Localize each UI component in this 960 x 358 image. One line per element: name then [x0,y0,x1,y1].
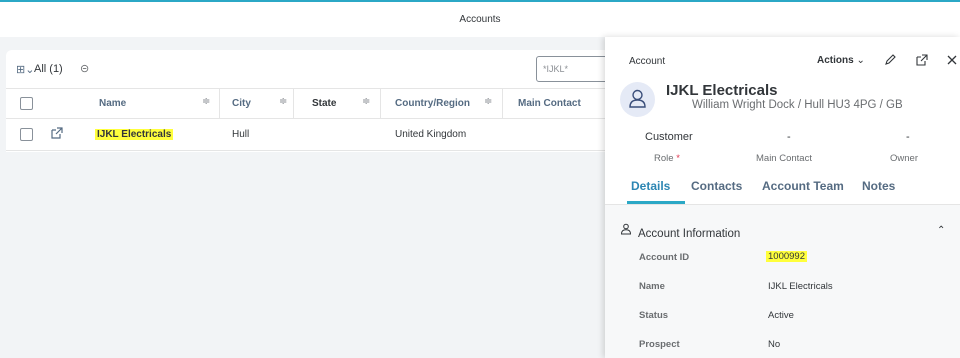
account-title: IJKL Electricals [666,82,778,99]
role-label-text: Role [654,153,674,164]
tab-notes[interactable]: Notes [862,179,895,193]
account-side-panel: Account Actions ⌄ IJKL Electricals Willi… [605,37,960,358]
role-label: Role * [654,153,680,164]
edit-icon[interactable] [883,53,897,67]
table-row[interactable]: IJKL Electricals Hull United Kingdom [6,119,626,151]
field-value-name: IJKL Electricals [768,281,833,292]
column-divider [502,89,503,118]
field-value-prospect: No [768,339,781,350]
panel-body: Account Information ⌃ Account ID 1000992… [605,205,960,358]
open-in-new-icon[interactable] [50,126,64,140]
shell-header: Accounts [0,2,960,37]
sort-icon[interactable]: ≑ [279,96,287,107]
column-divider [380,89,381,118]
column-header-city[interactable]: City [232,98,251,109]
column-divider [219,89,220,118]
open-external-icon[interactable] [915,53,929,67]
active-tab-indicator [627,201,685,204]
actions-label: Actions [817,55,854,66]
table-header: Name ≑ City ≑ State ≑ Country/Region ≑ M… [6,88,626,119]
sort-icon[interactable]: ≑ [202,96,210,107]
column-header-state[interactable]: State [312,98,336,109]
row-checkbox[interactable] [20,128,33,141]
select-all-checkbox[interactable] [20,97,33,110]
page-title: Accounts [459,14,501,25]
tab-contacts[interactable]: Contacts [691,179,742,193]
column-header-main-contact[interactable]: Main Contact [518,98,581,109]
tab-details[interactable]: Details [631,179,670,193]
field-label-account-id: Account ID [639,252,690,263]
list-toolbar: ⊞⌄ All (1) ⊝ [6,50,626,88]
view-toggle-icon[interactable]: ⊝ [80,62,89,75]
actions-chevron-icon: ⌄ [856,55,865,66]
cell-name[interactable]: IJKL Electricals [95,129,174,140]
section-title: Account Information [638,228,741,240]
main-contact-label: Main Contact [756,153,812,164]
cell-country: United Kingdom [395,129,467,140]
collapse-chevron-icon[interactable]: ⌃ [937,225,945,236]
field-label-status: Status [639,310,669,321]
account-address: William Wright Dock / Hull HU3 4PG / GB [692,99,903,111]
view-selector-icon[interactable]: ⊞⌄ [16,63,34,76]
account-avatar [620,82,655,117]
account-name-link[interactable]: IJKL Electricals [95,129,174,140]
sort-icon[interactable]: ≑ [362,96,370,107]
column-header-country[interactable]: Country/Region [395,98,470,109]
section-header-account-information[interactable]: Account Information ⌃ [605,215,960,240]
column-divider [293,89,294,118]
field-label-prospect: Prospect [639,339,680,350]
account-avatar-icon [629,89,646,108]
field-label-name: Name [639,281,665,292]
view-selector-label[interactable]: All (1) [34,63,63,75]
sort-icon[interactable]: ≑ [484,96,492,107]
tab-account-team[interactable]: Account Team [762,179,844,193]
actions-button[interactable]: Actions ⌄ [817,55,865,66]
required-marker: * [676,153,680,164]
object-type-label: Account [629,56,666,67]
panel-header: Account Actions ⌄ IJKL Electricals Willi… [605,37,960,205]
search-input[interactable] [536,56,616,82]
person-icon [620,223,632,235]
owner-value: - [906,131,910,143]
column-header-name[interactable]: Name [99,98,126,109]
owner-label: Owner [890,153,918,164]
field-value-account-id: 1000992 [766,251,807,262]
main-contact-value: - [787,131,791,143]
cell-city: Hull [232,129,250,140]
role-value: Customer [645,131,693,143]
field-value-status: Active [768,310,794,321]
accounts-list: ⊞⌄ All (1) ⊝ Name ≑ City ≑ State ≑ Count… [6,50,626,152]
close-icon[interactable] [945,53,959,67]
